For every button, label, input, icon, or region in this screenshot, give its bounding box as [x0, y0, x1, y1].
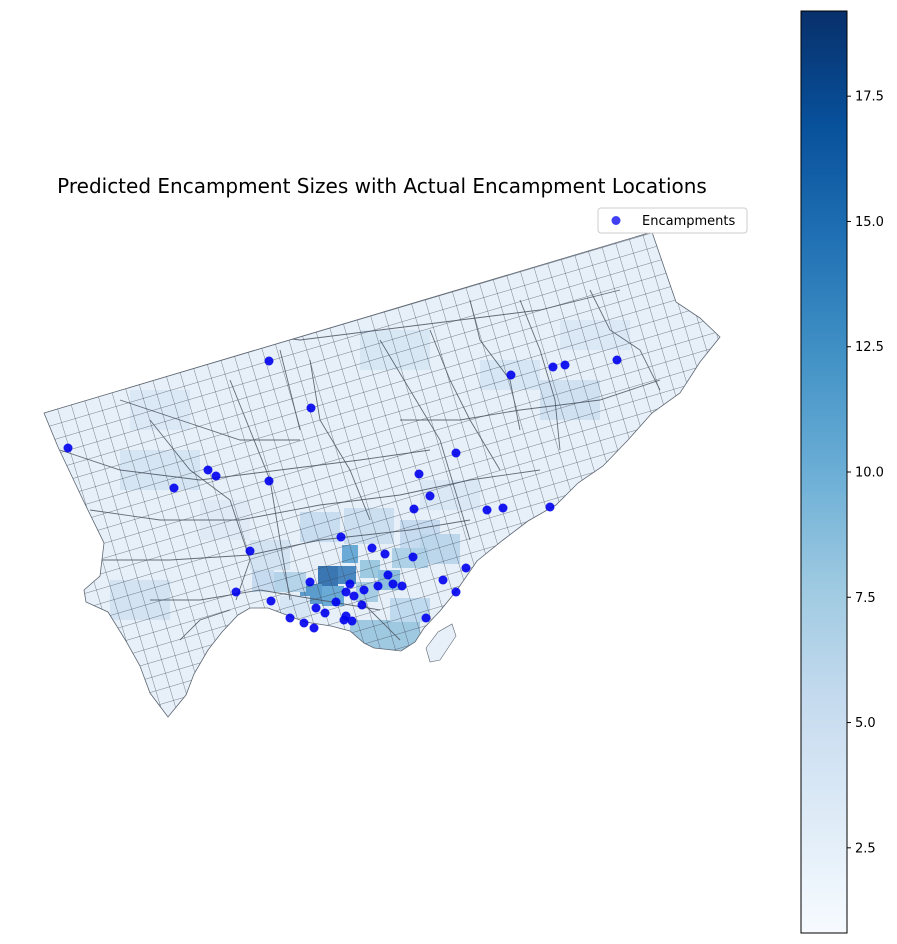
- encampment-marker: [336, 532, 346, 542]
- encampment-marker: [63, 443, 73, 453]
- encampment-marker: [451, 448, 461, 458]
- legend-marker: [611, 216, 621, 225]
- encampment-marker: [306, 403, 316, 413]
- encampment-marker: [339, 615, 349, 625]
- encampment-marker: [414, 469, 424, 479]
- encampment-marker: [451, 587, 461, 597]
- encampment-marker: [357, 600, 367, 610]
- legend-label: Encampments: [642, 214, 735, 229]
- encampment-marker: [380, 549, 390, 559]
- encampment-marker: [482, 505, 492, 515]
- encampment-marker: [299, 618, 309, 628]
- figure: Predicted Encampment Sizes with Actual E…: [43, 10, 884, 934]
- encampment-marker: [397, 581, 407, 591]
- encampment-marker: [245, 546, 255, 556]
- colorbar-tick-label: 2.5: [855, 841, 876, 856]
- encampment-marker: [498, 503, 508, 513]
- legend: Encampments: [597, 207, 748, 234]
- encampment-marker: [438, 575, 448, 585]
- encampment-marker: [612, 355, 622, 365]
- encampment-marker: [331, 597, 341, 607]
- colorbar-gradient: [800, 10, 848, 934]
- colorbar-ticks: 2.5 5.0 7.5 10.0 12.5 15.0 17.5: [847, 90, 884, 856]
- chart-title: Predicted Encampment Sizes with Actual E…: [57, 174, 707, 198]
- encampment-marker: [421, 613, 431, 623]
- colorbar-tick-label: 12.5: [855, 340, 884, 355]
- encampment-marker: [311, 603, 321, 613]
- encampment-marker: [383, 570, 393, 580]
- encampment-marker: [349, 591, 359, 601]
- encampment-marker: [545, 502, 555, 512]
- encampment-marker: [264, 476, 274, 486]
- encampment-marker: [211, 471, 221, 481]
- encampment-marker: [548, 362, 558, 372]
- encampment-marker: [347, 616, 357, 626]
- encampment-marker: [560, 360, 570, 370]
- colorbar: 2.5 5.0 7.5 10.0 12.5 15.0 17.5: [800, 10, 884, 934]
- encampment-marker: [461, 563, 471, 573]
- colorbar-tick-label: 15.0: [855, 215, 884, 230]
- encampment-marker: [203, 465, 213, 475]
- encampment-marker: [359, 585, 369, 595]
- encampment-marker: [285, 613, 295, 623]
- colorbar-tick-label: 5.0: [855, 716, 876, 731]
- colorbar-tick-label: 7.5: [855, 591, 876, 606]
- colorbar-tick-label: 17.5: [855, 90, 884, 105]
- encampment-marker: [425, 491, 435, 501]
- encampment-marker: [305, 577, 315, 587]
- encampment-marker: [320, 608, 330, 618]
- encampment-marker: [345, 579, 355, 589]
- encampment-marker: [409, 504, 419, 514]
- encampment-marker: [506, 370, 516, 380]
- encampment-marker: [373, 581, 383, 591]
- encampment-marker: [309, 623, 319, 633]
- encampment-marker: [266, 596, 276, 606]
- city-map: [43, 231, 721, 718]
- encampment-marker: [264, 356, 274, 366]
- encampment-marker: [388, 579, 398, 589]
- encampment-marker: [231, 587, 241, 597]
- toronto-islands: [425, 623, 457, 663]
- encampment-marker: [408, 552, 418, 562]
- encampment-marker: [367, 543, 377, 553]
- encampment-marker: [169, 483, 179, 493]
- colorbar-tick-label: 10.0: [855, 466, 884, 481]
- encampment-marker: [341, 587, 351, 597]
